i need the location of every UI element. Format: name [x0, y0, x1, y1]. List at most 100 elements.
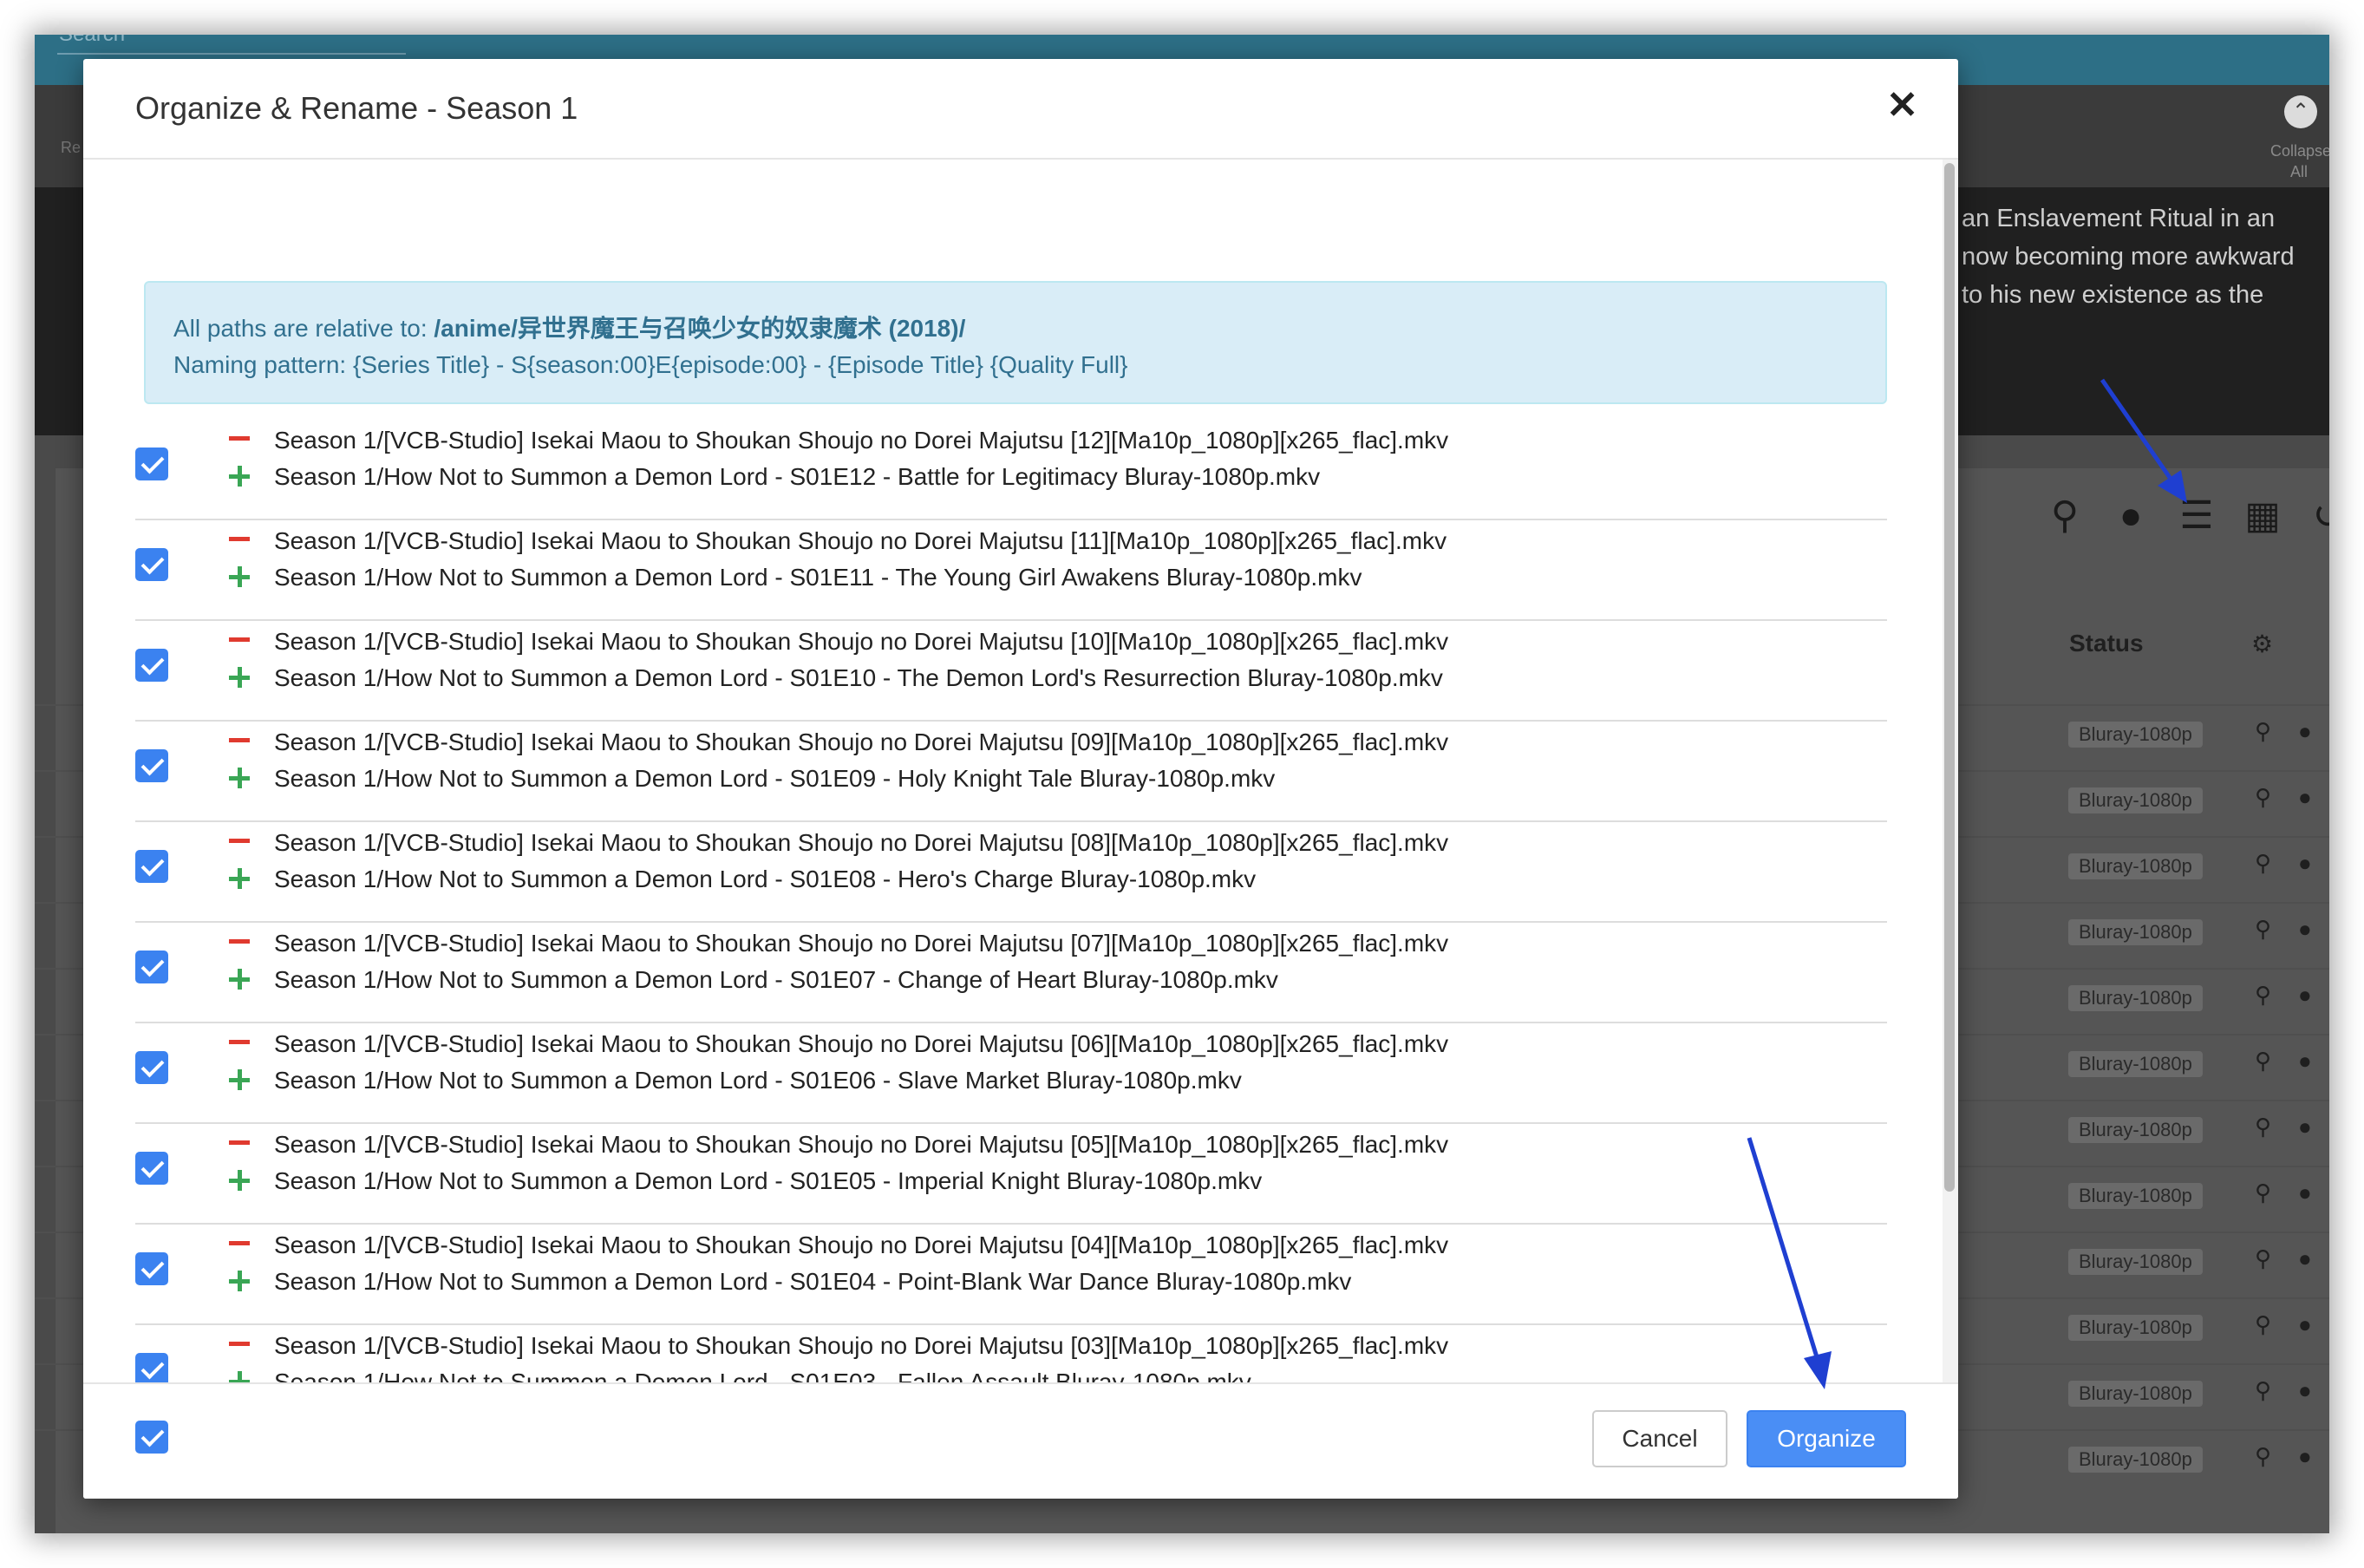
search-icon[interactable]: ⚲: [2255, 1311, 2271, 1338]
minus-icon: [229, 537, 250, 541]
new-path: Season 1/How Not to Summon a Demon Lord …: [274, 664, 1443, 691]
user-icon[interactable]: ●: [2298, 1114, 2312, 1140]
search-icon[interactable]: ⚲: [2255, 1114, 2271, 1140]
search-icon[interactable]: ⚲: [2255, 1245, 2271, 1272]
old-path: Season 1/[VCB-Studio] Isekai Maou to Sho…: [274, 1332, 1449, 1359]
series-overview: an Enslavement Ritual in an now becoming…: [1962, 199, 2295, 314]
user-icon[interactable]: ●: [2298, 784, 2312, 811]
old-path: Season 1/[VCB-Studio] Isekai Maou to Sho…: [274, 1131, 1449, 1158]
row-checkbox[interactable]: [135, 951, 168, 983]
search-icon[interactable]: ⚲: [2255, 850, 2271, 877]
gear-icon[interactable]: ⚙: [2251, 630, 2273, 658]
user-icon[interactable]: ●: [2298, 1048, 2312, 1075]
scrollbar-thumb[interactable]: [1944, 163, 1955, 1192]
plus-icon: [238, 1371, 242, 1382]
minus-icon: [229, 1342, 250, 1346]
new-path: Season 1/How Not to Summon a Demon Lord …: [274, 765, 1276, 792]
plus-icon: [238, 466, 242, 487]
overview-line: now becoming more awkward: [1962, 243, 2295, 271]
plus-icon: [238, 768, 242, 788]
search-icon[interactable]: ⚲: [2255, 982, 2271, 1009]
old-path: Season 1/[VCB-Studio] Isekai Maou to Sho…: [274, 728, 1449, 755]
status-badge: Bluray-1080p: [2068, 1381, 2203, 1407]
minus-icon: [229, 1241, 250, 1245]
new-path: Season 1/How Not to Summon a Demon Lord …: [274, 1067, 1242, 1094]
plus-icon: [238, 1069, 242, 1090]
sitemap-icon[interactable]: ☰: [2175, 494, 2218, 538]
rename-row: Season 1/[VCB-Studio] Isekai Maou to Sho…: [135, 1323, 1887, 1382]
user-icon[interactable]: ●: [2109, 494, 2152, 538]
new-path: Season 1/How Not to Summon a Demon Lord …: [274, 1167, 1263, 1194]
search-icon[interactable]: ⚲: [2255, 1179, 2271, 1206]
minus-icon: [229, 839, 250, 843]
search-icon[interactable]: ⚲: [2255, 1443, 2271, 1470]
minus-icon: [229, 1140, 250, 1145]
global-search-input[interactable]: Search: [59, 35, 125, 47]
user-icon[interactable]: ●: [2298, 1311, 2312, 1338]
user-icon[interactable]: ●: [2298, 850, 2312, 877]
new-path: Season 1/How Not to Summon a Demon Lord …: [274, 866, 1257, 892]
rename-row: Season 1/[VCB-Studio] Isekai Maou to Sho…: [135, 619, 1887, 722]
row-checkbox[interactable]: [135, 749, 168, 782]
row-checkbox[interactable]: [135, 649, 168, 682]
naming-label: Naming pattern:: [173, 351, 347, 378]
user-icon[interactable]: ●: [2298, 1443, 2312, 1470]
row-checkbox[interactable]: [135, 1252, 168, 1285]
rename-row: Season 1/[VCB-Studio] Isekai Maou to Sho…: [135, 921, 1887, 1023]
new-path: Season 1/How Not to Summon a Demon Lord …: [274, 463, 1321, 490]
user-icon[interactable]: ●: [2298, 1179, 2312, 1206]
modal-header: Organize & Rename - Season 1 ✕: [83, 59, 1958, 160]
modal-body: All paths are relative to: /anime/异世界魔王与…: [83, 160, 1943, 1382]
user-icon[interactable]: ●: [2298, 982, 2312, 1009]
user-icon[interactable]: ●: [2298, 1377, 2312, 1404]
plus-icon: [238, 1271, 242, 1291]
close-icon[interactable]: ✕: [1886, 83, 1918, 127]
file-video-icon[interactable]: ▦: [2241, 494, 2284, 538]
row-checkbox[interactable]: [135, 1051, 168, 1084]
rename-row: Season 1/[VCB-Studio] Isekai Maou to Sho…: [135, 720, 1887, 822]
minus-icon: [229, 436, 250, 441]
cancel-button[interactable]: Cancel: [1592, 1410, 1727, 1467]
status-badge: Bluray-1080p: [2068, 722, 2203, 748]
new-path: Season 1/How Not to Summon a Demon Lord …: [274, 1369, 1251, 1382]
select-all-checkbox[interactable]: [135, 1421, 168, 1454]
modal-title: Organize & Rename - Season 1: [135, 90, 578, 126]
status-badge: Bluray-1080p: [2068, 853, 2203, 879]
user-icon[interactable]: ●: [2298, 718, 2312, 745]
rename-row: Season 1/[VCB-Studio] Isekai Maou to Sho…: [135, 1122, 1887, 1225]
row-checkbox[interactable]: [135, 448, 168, 480]
row-checkbox[interactable]: [135, 1152, 168, 1185]
search-icon[interactable]: ⚲: [2043, 494, 2086, 538]
minus-icon: [229, 738, 250, 742]
organize-button[interactable]: Organize: [1747, 1410, 1906, 1467]
search-icon[interactable]: ⚲: [2255, 1048, 2271, 1075]
old-path: Season 1/[VCB-Studio] Isekai Maou to Sho…: [274, 628, 1449, 655]
collapse-all-label[interactable]: Collapse All: [2270, 140, 2329, 182]
rename-row: Season 1/[VCB-Studio] Isekai Maou to Sho…: [135, 820, 1887, 923]
plus-icon: [238, 969, 242, 990]
search-icon[interactable]: ⚲: [2255, 1377, 2271, 1404]
new-path: Season 1/How Not to Summon a Demon Lord …: [274, 564, 1362, 591]
paths-label: All paths are relative to:: [173, 315, 428, 342]
minus-icon: [229, 939, 250, 944]
old-path: Season 1/[VCB-Studio] Isekai Maou to Sho…: [274, 829, 1449, 856]
status-badge: Bluray-1080p: [2068, 787, 2203, 813]
user-icon[interactable]: ●: [2298, 1245, 2312, 1272]
status-badge: Bluray-1080p: [2068, 1447, 2203, 1473]
rename-row: Season 1/[VCB-Studio] Isekai Maou to Sho…: [135, 1022, 1887, 1124]
search-underline: [57, 53, 406, 55]
overview-line: an Enslavement Ritual in an: [1962, 205, 2276, 232]
search-icon[interactable]: ⚲: [2255, 718, 2271, 745]
chevron-up-icon[interactable]: ⌃: [2284, 95, 2317, 128]
naming-line: Naming pattern: {Series Title} - S{seaso…: [173, 347, 1885, 383]
user-icon[interactable]: ●: [2298, 916, 2312, 943]
row-checkbox[interactable]: [135, 548, 168, 581]
season-toolbar: ⚲ ● ☰ ▦ ↺: [2043, 494, 2329, 538]
row-checkbox[interactable]: [135, 850, 168, 883]
search-icon[interactable]: ⚲: [2255, 916, 2271, 943]
old-path: Season 1/[VCB-Studio] Isekai Maou to Sho…: [274, 1232, 1449, 1258]
history-icon[interactable]: ↺: [2307, 494, 2329, 538]
info-alert: All paths are relative to: /anime/异世界魔王与…: [144, 281, 1887, 404]
search-icon[interactable]: ⚲: [2255, 784, 2271, 811]
row-checkbox[interactable]: [135, 1353, 168, 1382]
